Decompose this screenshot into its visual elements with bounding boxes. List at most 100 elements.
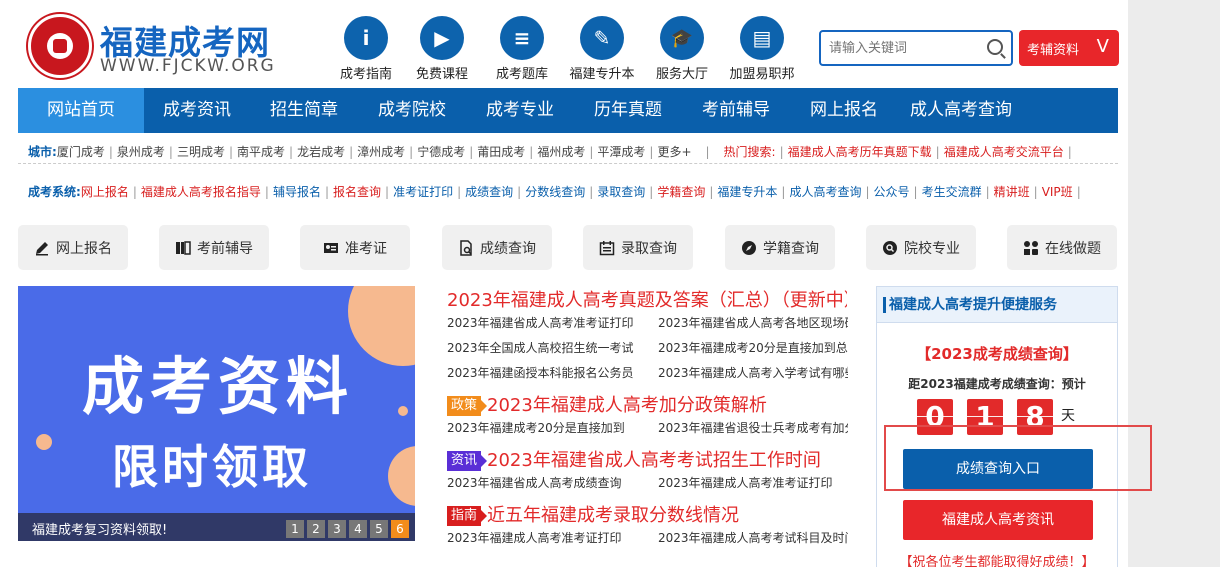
search-input[interactable] [821, 32, 971, 64]
separator: | [469, 145, 474, 159]
service-label: 准考证 [345, 240, 387, 257]
promo-banner[interactable]: 成考资料 限时领取 福建成考复习资料领取! 123456 [18, 286, 415, 541]
quick-link-questions[interactable]: ≡ 成考题库 [482, 16, 562, 82]
site-logo[interactable]: 福建成考网 WWW.FJCKW.ORG [28, 14, 278, 78]
search-icon[interactable] [987, 39, 1003, 55]
system-link[interactable]: 成人高考查询 [789, 185, 861, 199]
separator: | [649, 185, 654, 199]
service-online-signup[interactable]: 网上报名 [18, 225, 128, 270]
service-student-status[interactable]: 学籍查询 [725, 225, 835, 270]
city-link[interactable]: 厦门成考 [57, 145, 105, 159]
system-link[interactable]: 报名查询 [333, 185, 381, 199]
countdown-text: 距2023福建成考成绩查询：预计 [908, 377, 1086, 391]
city-link[interactable]: 宁德成考 [417, 145, 465, 159]
news-link[interactable]: 2023年福建成考20分是直接加到 [447, 419, 637, 436]
main-nav: 网站首页 成考资讯 招生简章 成考院校 成考专业 历年真题 考前辅导 网上报名 … [18, 88, 1118, 133]
nav-item-news[interactable]: 成考资讯 [144, 88, 250, 133]
quick-link-upgrade[interactable]: ✎ 福建专升本 [562, 16, 642, 82]
study-materials-button[interactable]: 考辅资料 V [1019, 30, 1119, 66]
city-link[interactable]: 泉州成考 [117, 145, 165, 159]
nav-item-tutoring[interactable]: 考前辅导 [682, 88, 790, 133]
nav-item-past-papers[interactable]: 历年真题 [574, 88, 682, 133]
page: 福建成考网 WWW.FJCKW.ORG i 成考指南 ▶ 免费课程 ≡ 成考题库… [0, 0, 1220, 567]
banner-page-dot[interactable]: 6 [391, 520, 409, 538]
news-link[interactable]: 2023年福建成人高考准考证打印 [447, 529, 637, 546]
service-schools-majors[interactable]: 院校专业 [866, 225, 976, 270]
nav-item-exam-lookup[interactable]: 成人高考查询 [898, 88, 1024, 133]
news-link[interactable]: 2023年福建成人高考入学考试有哪些 [658, 364, 848, 381]
system-link[interactable]: 录取查询 [597, 185, 645, 199]
edit-icon: ✎ [580, 16, 624, 60]
banner-page-dot[interactable]: 4 [349, 520, 367, 538]
news-headline[interactable]: 2023年福建成人高考真题及答案（汇总）（更新中） [447, 286, 847, 312]
more-cities-link[interactable]: 更多+ [657, 145, 691, 159]
nav-item-home[interactable]: 网站首页 [18, 88, 144, 133]
nav-item-online-signup[interactable]: 网上报名 [790, 88, 898, 133]
news-link[interactable]: 2023年福建省退役士兵考成考有加分 [658, 419, 848, 436]
nav-item-admissions[interactable]: 招生简章 [250, 88, 358, 133]
system-link[interactable]: 公众号 [874, 185, 910, 199]
separator: | [649, 145, 654, 159]
calendar-icon [599, 240, 615, 256]
banner-pagination: 123456 [283, 518, 409, 538]
separator: | [529, 145, 534, 159]
separator: | [705, 145, 710, 159]
news-link[interactable]: 2023年福建成人高考准考证打印 [658, 474, 848, 491]
city-link[interactable]: 漳州成考 [357, 145, 405, 159]
nav-item-majors[interactable]: 成考专业 [466, 88, 574, 133]
nav-item-schools[interactable]: 成考院校 [358, 88, 466, 133]
system-link[interactable]: 福建专升本 [717, 185, 777, 199]
city-row-heading: 城市: [28, 145, 57, 159]
system-link[interactable]: 精讲班 [994, 185, 1030, 199]
banner-page-dot[interactable]: 5 [370, 520, 388, 538]
city-link[interactable]: 三明成考 [177, 145, 225, 159]
system-link[interactable]: 考生交流群 [922, 185, 982, 199]
city-link[interactable]: 平潭成考 [597, 145, 645, 159]
news-headline[interactable]: 政策 2023年福建成人高考加分政策解析 [447, 391, 847, 417]
quick-link-join[interactable]: ▤ 加盟易职邦 [722, 16, 802, 82]
banner-page-dot[interactable]: 2 [307, 520, 325, 538]
decor-circle [388, 446, 415, 506]
system-link[interactable]: 分数线查询 [525, 185, 585, 199]
service-online-practice[interactable]: 在线做题 [1007, 225, 1117, 270]
quick-link-guide[interactable]: i 成考指南 [326, 16, 406, 82]
news-link[interactable]: 2023年福建省成人高考各地区现场确认 [658, 314, 848, 331]
news-link[interactable]: 2023年福建省成人高考成绩查询 [447, 474, 637, 491]
hot-search-link[interactable]: 福建成人高考交流平台 [944, 145, 1064, 159]
banner-page-dot[interactable]: 3 [328, 520, 346, 538]
quick-link-service-hall[interactable]: 🎓 服务大厅 [642, 16, 722, 82]
exam-news-button[interactable]: 福建成人高考资讯 [903, 500, 1093, 540]
banner-page-dot[interactable]: 1 [286, 520, 304, 538]
system-link[interactable]: 学籍查询 [657, 185, 705, 199]
system-link[interactable]: 辅导报名 [273, 185, 321, 199]
separator: | [108, 145, 113, 159]
news-link[interactable]: 2023年福建成人高考考试科目及时间 [658, 529, 848, 546]
separator: | [409, 145, 414, 159]
separator: | [865, 185, 870, 199]
news-link[interactable]: 2023年福建成考20分是直接加到总分 [658, 339, 848, 356]
system-row-heading: 成考系统: [28, 185, 81, 199]
service-score-query[interactable]: 成绩查询 [442, 225, 552, 270]
system-link[interactable]: 福建成人高考报名指导 [141, 185, 261, 199]
news-link[interactable]: 2023年福建函授本科能报名公务员 [447, 364, 637, 381]
separator: | [709, 185, 714, 199]
news-link[interactable]: 2023年福建省成人高考准考证打印 [447, 314, 637, 331]
system-link[interactable]: 网上报名 [81, 185, 129, 199]
system-link[interactable]: 成绩查询 [465, 185, 513, 199]
system-link[interactable]: VIP班 [1042, 185, 1073, 199]
banner-caption[interactable]: 福建成考复习资料领取! [32, 519, 167, 538]
news-link[interactable]: 2023年全国成人高校招生统一考试 [447, 339, 637, 356]
separator: | [289, 145, 294, 159]
service-tutoring[interactable]: 考前辅导 [159, 225, 269, 270]
system-link[interactable]: 准考证打印 [393, 185, 453, 199]
service-admission-query[interactable]: 录取查询 [583, 225, 693, 270]
city-link[interactable]: 龙岩成考 [297, 145, 345, 159]
service-admission-ticket[interactable]: 准考证 [300, 225, 410, 270]
news-headline[interactable]: 指南 近五年福建成考录取分数线情况 [447, 501, 847, 527]
city-link[interactable]: 莆田成考 [477, 145, 525, 159]
news-headline[interactable]: 资讯 2023年福建省成人高考考试招生工作时间 [447, 446, 847, 472]
quick-link-courses[interactable]: ▶ 免费课程 [402, 16, 482, 82]
city-link[interactable]: 福州成考 [537, 145, 585, 159]
city-link[interactable]: 南平成考 [237, 145, 285, 159]
hot-search-link[interactable]: 福建成人高考历年真题下载 [788, 145, 932, 159]
